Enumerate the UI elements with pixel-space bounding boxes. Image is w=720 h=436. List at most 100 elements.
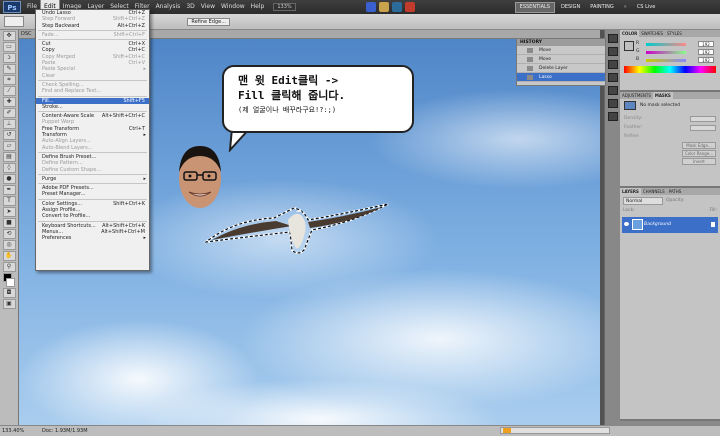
brush-tool-icon[interactable]: ✐ — [2, 108, 16, 118]
type-tool-icon[interactable]: T — [2, 196, 16, 206]
eyedropper-tool-icon[interactable]: ⁄ — [2, 86, 16, 96]
menu-item-label: Define Pattern... — [42, 160, 83, 167]
red-slider[interactable]: R 192 — [620, 40, 720, 48]
tab-color[interactable]: COLOR — [620, 30, 640, 37]
blue-value[interactable]: 192 — [698, 57, 714, 63]
zoom-tool-icon[interactable]: ⚲ — [2, 262, 16, 272]
tab-paths[interactable]: PATHS — [667, 188, 684, 195]
lasso-tool-icon[interactable]: ↄ — [2, 53, 16, 63]
tab-masks[interactable]: MASKS — [652, 92, 673, 99]
history-state[interactable]: Move — [517, 46, 605, 55]
edit-menu-item-preset-manager[interactable]: Preset Manager... — [36, 191, 149, 197]
character-panel-icon[interactable] — [607, 99, 618, 108]
bridge-icon[interactable] — [365, 2, 376, 12]
menu-window[interactable]: Window — [218, 0, 248, 14]
edit-menu-item-auto-blend-layers[interactable]: Auto-Blend Layers... — [36, 145, 149, 151]
3d-orbit-tool-icon[interactable]: ◎ — [2, 240, 16, 250]
edit-menu-item-fade[interactable]: Fade... Shift+Ctrl+F — [36, 32, 149, 38]
cs-live[interactable]: CS Live — [633, 3, 659, 12]
refine-edge-button[interactable]: Refine Edge... — [187, 17, 230, 26]
history-state[interactable]: Lasso — [517, 73, 605, 82]
layer-background[interactable]: Background — [622, 217, 718, 233]
brush-panel-icon[interactable] — [607, 73, 618, 82]
color-range-button[interactable]: Color Range... — [682, 150, 716, 157]
pen-tool-icon[interactable]: ✒ — [2, 185, 16, 195]
avatar-icon-2[interactable] — [404, 2, 415, 12]
edit-menu-item-step-backward[interactable]: Step Backward Alt+Ctrl+Z — [36, 23, 149, 29]
edit-menu-item-find-and-replace-text[interactable]: Find and Replace Text... — [36, 88, 149, 94]
color-panel: COLOR SWATCHES STYLES R 192 G 192 B 192 — [620, 30, 720, 92]
red-value[interactable]: 192 — [698, 41, 714, 47]
eye-icon[interactable] — [624, 222, 629, 226]
status-bar: 133.40% Doc: 1.93M/1.93M — [0, 425, 720, 436]
healing-tool-icon[interactable]: ✚ — [2, 97, 16, 107]
history-panel-icon[interactable] — [607, 34, 618, 43]
eraser-tool-icon[interactable]: ▱ — [2, 141, 16, 151]
green-slider[interactable]: G 192 — [620, 48, 720, 56]
clone-source-icon[interactable] — [607, 86, 618, 95]
tab-styles[interactable]: STYLES — [665, 30, 684, 37]
horizontal-scrollbar[interactable] — [500, 427, 610, 434]
scroll-thumb[interactable] — [503, 428, 511, 433]
paragraph-panel-icon[interactable] — [607, 112, 618, 121]
info-panel-icon[interactable] — [607, 60, 618, 69]
workspace-more-icon[interactable]: » — [620, 3, 631, 12]
density-field[interactable] — [690, 116, 716, 122]
tab-channels[interactable]: CHANNELS — [641, 188, 667, 195]
history-brush-tool-icon[interactable]: ↺ — [2, 130, 16, 140]
background-color-swatch[interactable] — [6, 278, 15, 287]
layers-panel: LAYERS CHANNELS PATHS Normal Opacity: Lo… — [620, 188, 720, 421]
path-select-tool-icon[interactable]: ➤ — [2, 207, 16, 217]
blur-tool-icon[interactable]: ◊ — [2, 163, 16, 173]
tab-adjustments[interactable]: ADJUSTMENTS — [620, 92, 653, 99]
workspace-essentials[interactable]: ESSENTIALS — [514, 1, 555, 13]
mask-edge-button[interactable]: Mask Edge... — [682, 142, 716, 149]
edit-menu-item-clear[interactable]: Clear — [36, 73, 149, 79]
blue-slider[interactable]: B 192 — [620, 56, 720, 64]
quick-mask-icon[interactable]: ◘ — [2, 288, 16, 298]
marquee-tool-icon[interactable]: ▭ — [2, 42, 16, 52]
history-state[interactable]: Move — [517, 55, 605, 64]
blend-mode-select[interactable]: Normal — [623, 197, 663, 205]
mini-bridge-icon[interactable] — [378, 2, 389, 12]
menu-item-label: Define Custom Shape... — [42, 166, 102, 173]
menu-item-shortcut: Shift+Ctrl+F — [113, 31, 145, 38]
tab-swatches[interactable]: SWATCHES — [639, 30, 665, 37]
zoom-level[interactable]: 133% — [273, 3, 296, 11]
menu-item-label: Step Backward — [42, 22, 80, 29]
bubble-line-3: (제 얼굴이나 배꾸라구요!?:;) — [238, 106, 337, 114]
status-zoom[interactable]: 133.40% — [0, 428, 24, 434]
lasso-preset-icon[interactable] — [4, 16, 24, 27]
color-spectrum[interactable] — [624, 66, 716, 73]
stamp-tool-icon[interactable]: ⊥ — [2, 119, 16, 129]
shape-tool-icon[interactable]: ■ — [2, 218, 16, 228]
actions-panel-icon[interactable] — [607, 47, 618, 56]
edit-menu-item-convert-to-profile[interactable]: Convert to Profile... — [36, 213, 149, 219]
dodge-tool-icon[interactable]: ● — [2, 174, 16, 184]
screen-mode-icon[interactable]: ▣ — [2, 299, 16, 309]
menu-help[interactable]: Help — [248, 0, 268, 14]
menu-view[interactable]: View — [198, 0, 218, 14]
invert-button[interactable]: Invert — [682, 158, 716, 165]
gradient-tool-icon[interactable]: ▤ — [2, 152, 16, 162]
quick-select-tool-icon[interactable]: ✎ — [2, 64, 16, 74]
feather-field[interactable] — [690, 125, 716, 131]
3d-rotate-tool-icon[interactable]: ⟲ — [2, 229, 16, 239]
workspace-painting[interactable]: PAINTING — [586, 3, 617, 12]
crop-tool-icon[interactable]: ⌗ — [2, 75, 16, 85]
hand-tool-icon[interactable]: ✋ — [2, 251, 16, 261]
tab-layers[interactable]: LAYERS — [620, 188, 641, 195]
menu-separator — [38, 183, 147, 185]
edit-menu-item-preferences[interactable]: Preferences — [36, 235, 149, 242]
edit-menu-item-stroke[interactable]: Stroke... — [36, 104, 149, 110]
green-value[interactable]: 192 — [698, 49, 714, 55]
menu-3d[interactable]: 3D — [183, 0, 197, 14]
workspace-design[interactable]: DESIGN — [557, 3, 584, 12]
history-state[interactable]: Delete Layer — [517, 64, 605, 73]
avatar-icon[interactable] — [391, 2, 402, 12]
edit-menu-item-define-custom-shape[interactable]: Define Custom Shape... — [36, 167, 149, 173]
menu-analysis[interactable]: Analysis — [153, 0, 184, 14]
menu-item-label: Check Spelling... — [42, 81, 84, 88]
move-tool-icon[interactable]: ✥ — [2, 31, 16, 41]
edit-menu-item-purge[interactable]: Purge — [36, 176, 149, 183]
